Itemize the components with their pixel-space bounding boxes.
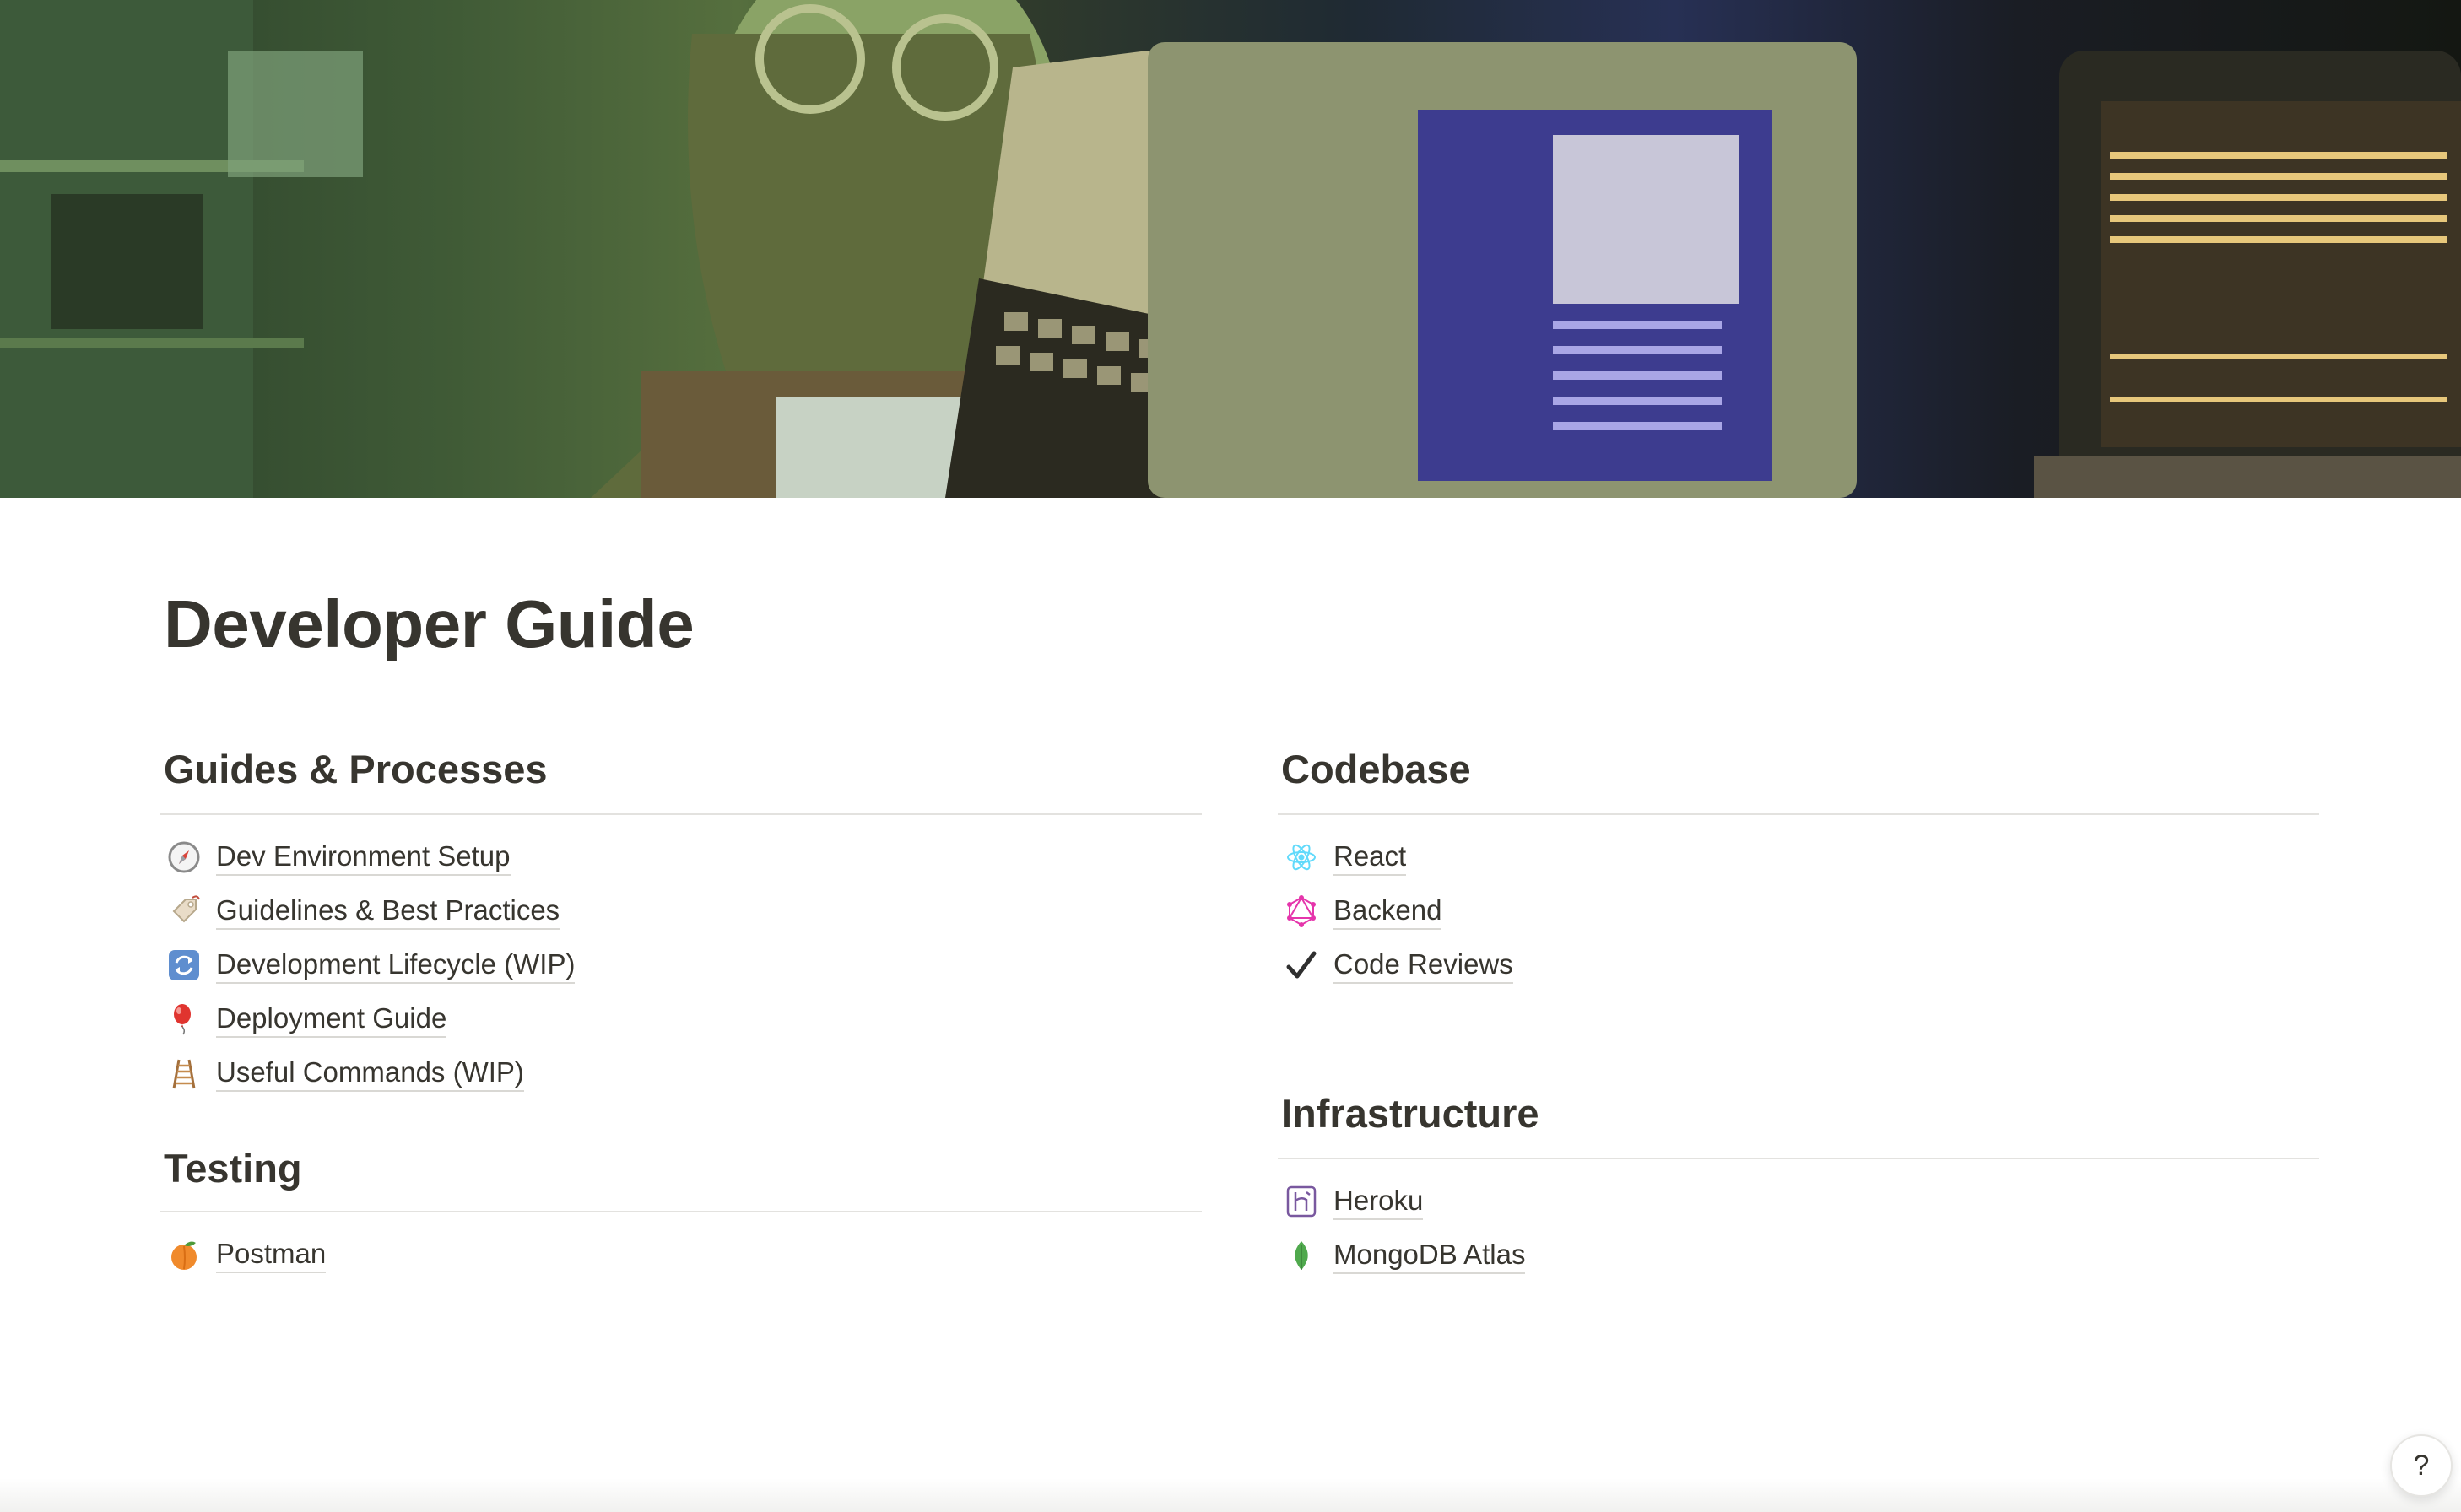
- cover-photo-art: [0, 0, 2461, 498]
- balloon-icon: [165, 1001, 203, 1038]
- page-link-development-lifecycle[interactable]: Development Lifecycle (WIP): [160, 938, 1202, 992]
- page-link-label: Postman: [216, 1237, 327, 1273]
- page-link-react[interactable]: React: [1278, 830, 2319, 884]
- cover-image[interactable]: [0, 0, 2461, 498]
- guides-section: Guides & Processes Dev Environment Setup: [160, 744, 1202, 1100]
- page-link-postman[interactable]: Postman: [160, 1228, 1202, 1282]
- tag-icon: [165, 893, 203, 930]
- page-link-label: Heroku: [1333, 1184, 1424, 1220]
- testing-section: Testing Postman: [160, 1143, 1202, 1282]
- heroku-icon: [1283, 1183, 1320, 1220]
- section-divider: [1278, 813, 2319, 815]
- help-button[interactable]: ?: [2390, 1434, 2453, 1497]
- react-icon: [1283, 839, 1320, 876]
- bottom-bar: [0, 1478, 2461, 1512]
- page-link-label: Code Reviews: [1333, 948, 1513, 984]
- page-link-code-reviews[interactable]: Code Reviews: [1278, 938, 2319, 992]
- page-link-label: Useful Commands (WIP): [216, 1056, 524, 1092]
- page-link-label: MongoDB Atlas: [1333, 1238, 1526, 1274]
- graphql-icon: [1283, 893, 1320, 930]
- mongodb-leaf-icon: [1283, 1237, 1320, 1274]
- page-link-deployment-guide[interactable]: Deployment Guide: [160, 992, 1202, 1046]
- peach-icon: [165, 1236, 203, 1273]
- page-title: Developer Guide: [164, 586, 695, 662]
- section-heading-codebase: Codebase: [1281, 747, 1471, 791]
- page-link-label: Guidelines & Best Practices: [216, 894, 560, 930]
- cycle-arrows-icon: [165, 947, 203, 984]
- infrastructure-section: Infrastructure Heroku MongoDB Atlas: [1278, 1088, 2319, 1282]
- page-link-useful-commands[interactable]: Useful Commands (WIP): [160, 1046, 1202, 1100]
- section-heading-guides: Guides & Processes: [164, 747, 548, 791]
- section-divider: [160, 1211, 1202, 1212]
- section-divider: [1278, 1158, 2319, 1159]
- page-link-guidelines-best-practices[interactable]: Guidelines & Best Practices: [160, 884, 1202, 938]
- section-heading-testing: Testing: [164, 1146, 302, 1191]
- codebase-link-list: React Backend Code Reviews: [1278, 830, 2319, 992]
- page-link-mongodb-atlas[interactable]: MongoDB Atlas: [1278, 1228, 2319, 1282]
- compass-icon: [165, 839, 203, 876]
- page-link-label: Development Lifecycle (WIP): [216, 948, 576, 984]
- page-link-label: Dev Environment Setup: [216, 840, 511, 876]
- guides-link-list: Dev Environment Setup Guidelines & Best …: [160, 830, 1202, 1100]
- section-heading-infrastructure: Infrastructure: [1281, 1091, 1539, 1136]
- codebase-section: Codebase React Backend Code Reviews: [1278, 744, 2319, 992]
- page-link-dev-environment-setup[interactable]: Dev Environment Setup: [160, 830, 1202, 884]
- testing-link-list: Postman: [160, 1228, 1202, 1282]
- section-divider: [160, 813, 1202, 815]
- page-link-backend[interactable]: Backend: [1278, 884, 2319, 938]
- page-link-label: Backend: [1333, 894, 1442, 930]
- ladder-icon: [165, 1055, 203, 1092]
- page-link-label: React: [1333, 840, 1407, 876]
- checkmark-icon: [1283, 947, 1320, 984]
- page-link-label: Deployment Guide: [216, 1002, 447, 1038]
- page-link-heroku[interactable]: Heroku: [1278, 1174, 2319, 1228]
- page: Developer Guide Guides & Processes Dev E…: [0, 0, 2461, 1512]
- infrastructure-link-list: Heroku MongoDB Atlas: [1278, 1174, 2319, 1282]
